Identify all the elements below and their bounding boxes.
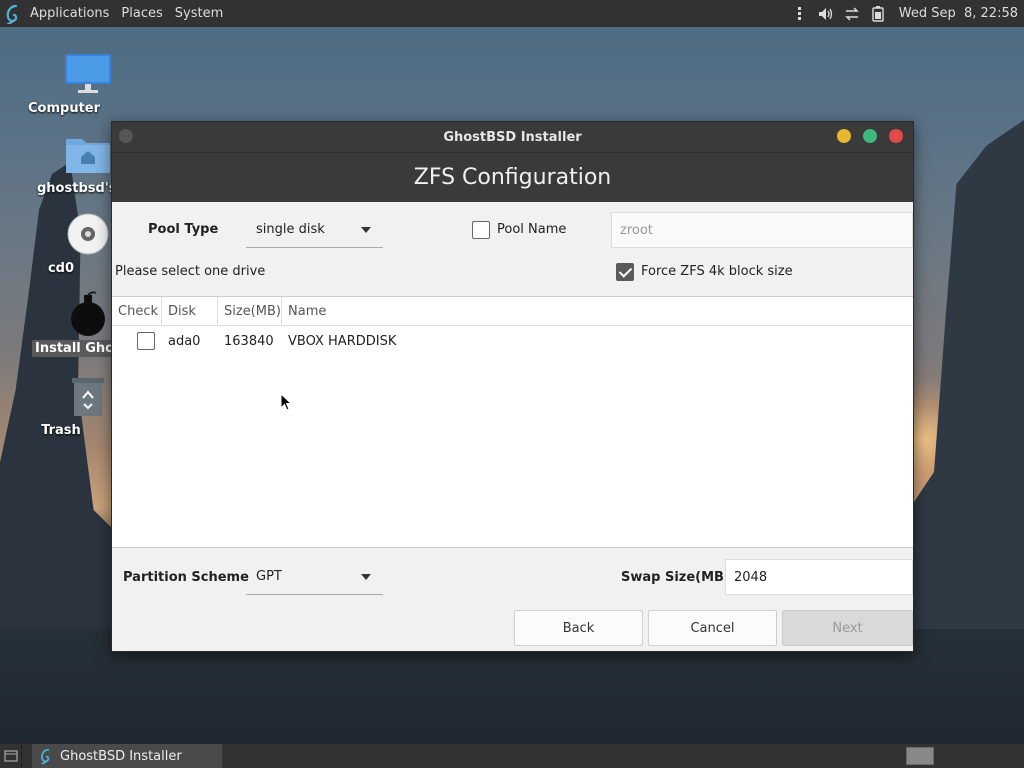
top-panel: Applications Places System Wed Sep 8, 22… [0,0,1024,27]
show-desktop-button[interactable] [0,744,22,768]
drive-select-checkbox[interactable] [137,332,155,350]
chevron-down-icon [361,574,371,580]
column-header-disk[interactable]: Disk [162,297,218,325]
trash-icon [64,372,112,420]
network-icon[interactable] [844,6,860,22]
pool-type-label: Pool Type [148,222,219,237]
row-size-cell: 163840 [224,333,274,349]
table-header: Check Disk Size(MB) Name [112,297,913,326]
table-row[interactable]: ada0 163840 VBOX HARDDISK [112,326,913,356]
installer-window: GhostBSD Installer ZFS Configuration Poo… [111,121,914,652]
chevron-down-icon [361,227,371,233]
ghostbsd-logo-icon[interactable] [2,3,24,25]
battery-icon[interactable] [870,5,886,22]
select-drive-label: Please select one drive [115,264,266,279]
maximize-icon[interactable] [863,129,877,143]
pool-name-label: Pool Name [497,222,567,237]
show-desktop-icon [3,750,18,762]
desktop-icon-label: Install Ghos [32,340,116,357]
desktop-icon-computer[interactable]: Computer [28,50,148,117]
window-controls [837,129,903,143]
menu-places[interactable]: Places [121,6,162,21]
menu-applications[interactable]: Applications [30,6,109,21]
cancel-button[interactable]: Cancel [648,610,777,646]
window-titlebar[interactable]: GhostBSD Installer [112,122,913,152]
window-menu-icon[interactable] [119,129,133,143]
taskbar-item-installer[interactable]: GhostBSD Installer [32,744,222,768]
bottom-panel: GhostBSD Installer [0,744,1024,768]
partition-scheme-label: Partition Scheme [123,570,249,585]
window-content: Pool Type single disk Pool Name zroot Pl… [112,202,913,651]
pool-type-dropdown[interactable]: single disk [246,212,383,248]
column-header-size[interactable]: Size(MB) [218,297,282,325]
column-header-check[interactable]: Check [112,297,162,325]
desktop-icon-label: ghostbsd's H [37,181,118,196]
force-4k-checkbox[interactable] [616,263,634,281]
menu-system[interactable]: System [175,6,223,21]
partition-scheme-value: GPT [256,569,282,584]
swap-size-label: Swap Size(MB) [621,570,730,585]
pool-type-value: single disk [256,222,325,237]
disk-table: Check Disk Size(MB) Name ada0 163840 VBO… [112,296,913,548]
swap-size-input[interactable]: 2048 [725,559,913,595]
close-icon[interactable] [889,129,903,143]
desktop-icon-label: Computer [28,101,101,116]
row-check-cell [112,326,162,356]
force-4k-label: Force ZFS 4k block size [641,264,793,279]
partition-scheme-dropdown[interactable]: GPT [246,559,383,595]
pool-name-input[interactable]: zroot [611,212,913,248]
mouse-cursor-icon [280,393,292,411]
next-button[interactable]: Next [782,610,913,646]
computer-icon [64,50,112,98]
installer-icon [64,290,112,338]
column-header-name[interactable]: Name [282,297,913,325]
ghostbsd-logo-icon [38,748,54,764]
volume-icon[interactable] [818,6,834,22]
pool-name-checkbox[interactable] [472,221,490,239]
home-folder-icon [64,130,112,178]
back-button[interactable]: Back [514,610,643,646]
minimize-icon[interactable] [837,129,851,143]
row-disk-cell: ada0 [168,333,201,349]
row-name-cell: VBOX HARDDISK [288,333,397,349]
taskbar-item-label: GhostBSD Installer [60,748,182,764]
workspace-switcher[interactable] [906,747,934,765]
disc-icon [64,210,112,258]
window-title: GhostBSD Installer [443,129,582,145]
tray-handle-icon [792,6,808,22]
panel-clock[interactable]: Wed Sep 8, 22:58 [899,6,1018,21]
page-heading: ZFS Configuration [112,152,913,202]
